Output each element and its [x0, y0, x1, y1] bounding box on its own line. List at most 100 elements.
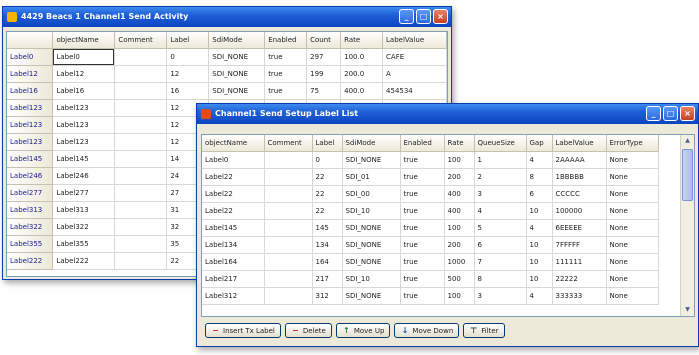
table-cell[interactable]: SDI_00	[342, 185, 401, 203]
column-header[interactable]: Count	[306, 32, 342, 49]
table-cell[interactable]: true	[400, 287, 445, 305]
table-cell[interactable]: 400	[444, 185, 475, 203]
table-cell[interactable]: 4	[526, 219, 553, 237]
table-cell[interactable]: true	[400, 219, 445, 237]
table-cell[interactable]: 100	[444, 151, 475, 169]
table-cell[interactable]: CCCCC	[552, 185, 607, 203]
table-row[interactable]: Label22 22 SDI_00 true 400 3 6 CCCCC None	[202, 185, 659, 203]
table-cell[interactable]: None	[606, 168, 659, 186]
table-cell[interactable]: SDI_NONE	[208, 65, 266, 83]
table-cell[interactable]: 0	[312, 151, 343, 169]
table-cell[interactable]	[114, 184, 168, 202]
table-cell[interactable]: Label222	[52, 252, 116, 270]
table-cell[interactable]: 199	[306, 65, 342, 83]
table-cell[interactable]: None	[606, 185, 659, 203]
column-header[interactable]: ErrorType	[606, 135, 659, 152]
table-cell[interactable]: CAFE	[382, 48, 447, 66]
row-header[interactable]: Label222	[7, 252, 54, 270]
maximize-button[interactable]: □	[416, 9, 431, 24]
table-cell[interactable]: 500	[444, 270, 475, 288]
table-cell[interactable]: SDI_NONE	[342, 219, 401, 237]
table-cell[interactable]: None	[606, 287, 659, 305]
table-cell[interactable]: SDI_10	[342, 202, 401, 220]
table-cell[interactable]: 7FFFFF	[552, 236, 607, 254]
table-cell[interactable]: SDI_NONE	[342, 236, 401, 254]
table-cell[interactable]: true	[400, 253, 445, 271]
column-header[interactable]: LabelValue	[552, 135, 607, 152]
table-cell[interactable]: Label123	[52, 99, 116, 117]
table-cell[interactable]: 200.0	[340, 65, 384, 83]
table-cell[interactable]: Label123	[52, 116, 116, 134]
table-cell[interactable]: 200	[444, 168, 475, 186]
table-cell[interactable]: true	[264, 82, 308, 100]
column-header[interactable]: SdiMode	[342, 135, 401, 152]
column-header[interactable]: Label	[312, 135, 343, 152]
table-cell[interactable]: 10	[526, 253, 553, 271]
table-cell[interactable]: Label313	[52, 201, 116, 219]
table-cell[interactable]	[114, 65, 168, 83]
table-cell[interactable]: SDI_01	[342, 168, 401, 186]
table-cell[interactable]: 10	[526, 236, 553, 254]
table-cell[interactable]: 3	[474, 287, 527, 305]
row-header[interactable]: Label123	[7, 133, 54, 151]
table-cell[interactable]: 10	[526, 270, 553, 288]
table-cell[interactable]: 1BBBBB	[552, 168, 607, 186]
column-header[interactable]: Rate	[340, 32, 384, 49]
table-cell[interactable]: None	[606, 219, 659, 237]
table-cell[interactable]	[264, 185, 313, 203]
table-cell[interactable]: 16	[166, 82, 210, 100]
table-row[interactable]: Label0 0 SDI_NONE true 100 1 4 2AAAAA None	[202, 151, 659, 169]
table-cell[interactable]: true	[400, 236, 445, 254]
table-cell[interactable]	[114, 218, 168, 236]
table-cell[interactable]: 217	[312, 270, 343, 288]
table-cell[interactable]: 12	[166, 65, 210, 83]
table-cell[interactable]	[264, 219, 313, 237]
table-cell[interactable]: Label322	[52, 218, 116, 236]
table-cell[interactable]: SDI_NONE	[342, 253, 401, 271]
table-cell[interactable]: Label0	[202, 151, 265, 169]
table-cell[interactable]: SDI_10	[342, 270, 401, 288]
row-header[interactable]: Label355	[7, 235, 54, 253]
label-list-titlebar[interactable]: Channel1 Send Setup Label List _ □ ×	[197, 104, 698, 124]
table-cell[interactable]: 0	[166, 48, 210, 66]
move-down-button[interactable]: ↓ Move Down	[394, 323, 460, 338]
table-cell[interactable]: Label246	[52, 167, 116, 185]
table-cell[interactable]: Label355	[52, 235, 116, 253]
table-cell[interactable]: 111111	[552, 253, 607, 271]
table-cell[interactable]: 22222	[552, 270, 607, 288]
row-header[interactable]: Label123	[7, 116, 54, 134]
table-cell[interactable]: 4	[474, 202, 527, 220]
row-header[interactable]: Label322	[7, 218, 54, 236]
table-cell[interactable]: 3	[474, 185, 527, 203]
table-cell[interactable]: None	[606, 253, 659, 271]
table-cell[interactable]: true	[400, 168, 445, 186]
column-header[interactable]: Label	[166, 32, 210, 49]
table-cell[interactable]: SDI_NONE	[208, 82, 266, 100]
table-cell[interactable]	[114, 235, 168, 253]
table-cell[interactable]: 4	[526, 287, 553, 305]
table-cell[interactable]: 145	[312, 219, 343, 237]
table-cell[interactable]: Label0	[52, 48, 116, 66]
table-cell[interactable]: 6EEEEE	[552, 219, 607, 237]
column-header[interactable]: LabelValue	[382, 32, 447, 49]
table-row[interactable]: Label0 Label0 0 SDI_NONE true 297 100.0 CAFE	[7, 48, 447, 66]
row-header[interactable]: Label277	[7, 184, 54, 202]
close-button[interactable]: ×	[680, 106, 695, 121]
filter-button[interactable]: ⊤ Filter	[463, 323, 505, 338]
table-cell[interactable]: 2AAAAA	[552, 151, 607, 169]
send-activity-titlebar[interactable]: 4429 Beacs 1 Channel1 Send Activity _ □ …	[3, 7, 451, 27]
table-cell[interactable]: 134	[312, 236, 343, 254]
table-cell[interactable]	[264, 236, 313, 254]
table-cell[interactable]: Label123	[52, 133, 116, 151]
table-cell[interactable]: SDI_NONE	[342, 151, 401, 169]
table-cell[interactable]: true	[264, 65, 308, 83]
table-cell[interactable]: None	[606, 270, 659, 288]
table-cell[interactable]: SDI_NONE	[342, 287, 401, 305]
table-cell[interactable]: 2	[474, 168, 527, 186]
row-header[interactable]: Label0	[7, 48, 54, 66]
table-cell[interactable]: 22	[312, 202, 343, 220]
scrollbar-thumb[interactable]	[682, 149, 693, 201]
table-cell[interactable]	[114, 116, 168, 134]
table-cell[interactable]	[114, 99, 168, 117]
column-header[interactable]	[7, 32, 54, 49]
